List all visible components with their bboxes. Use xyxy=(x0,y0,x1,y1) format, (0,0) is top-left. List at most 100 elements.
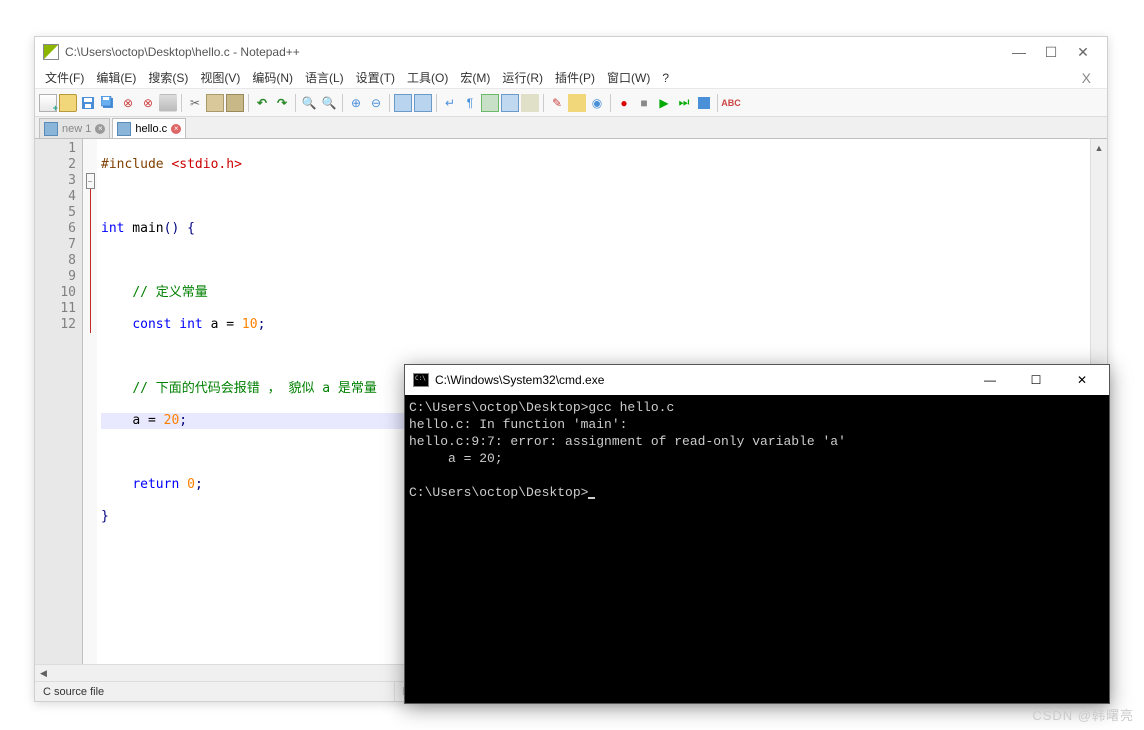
copy-icon[interactable] xyxy=(206,94,224,112)
status-filetype: C source file xyxy=(35,682,395,701)
zoom-in-icon[interactable]: ⊕ xyxy=(347,94,365,112)
tab-new1[interactable]: new 1 × xyxy=(39,118,110,138)
titlebar[interactable]: C:\Users\octop\Desktop\hello.c - Notepad… xyxy=(35,37,1107,67)
close-file-icon[interactable]: ⊗ xyxy=(119,94,137,112)
find-icon[interactable]: 🔍 xyxy=(300,94,318,112)
menu-window[interactable]: 窗口(W) xyxy=(601,67,656,88)
tab-close-icon[interactable]: × xyxy=(171,124,181,134)
line-number: 10 xyxy=(35,285,76,301)
cmd-line: a = 20; xyxy=(409,451,503,466)
close-button[interactable]: ✕ xyxy=(1075,44,1091,60)
separator xyxy=(610,94,611,112)
new-file-icon[interactable] xyxy=(39,94,57,112)
menu-macro[interactable]: 宏(M) xyxy=(454,67,496,88)
macro-stop-icon[interactable]: ■ xyxy=(635,94,653,112)
userlang-icon[interactable] xyxy=(501,94,519,112)
scroll-left-icon[interactable]: ◀ xyxy=(35,665,52,681)
indent-guide-icon[interactable] xyxy=(481,94,499,112)
separator xyxy=(543,94,544,112)
close-all-icon[interactable]: ⊗ xyxy=(139,94,157,112)
menu-language[interactable]: 语言(L) xyxy=(299,67,350,88)
cursor-icon xyxy=(588,497,595,499)
macro-record-icon[interactable]: ● xyxy=(615,94,633,112)
cmd-prompt: C:\Users\octop\Desktop> xyxy=(409,485,588,500)
cmd-icon xyxy=(413,373,429,387)
menu-close-x[interactable]: X xyxy=(1070,70,1103,86)
maximize-button[interactable]: ☐ xyxy=(1043,44,1059,60)
line-number: 7 xyxy=(35,237,76,253)
cmd-output[interactable]: C:\Users\octop\Desktop>gcc hello.c hello… xyxy=(405,395,1109,505)
paste-icon[interactable] xyxy=(226,94,244,112)
menu-search[interactable]: 搜索(S) xyxy=(142,67,194,88)
folder-icon[interactable] xyxy=(568,94,586,112)
replace-icon[interactable]: 🔍 xyxy=(320,94,338,112)
separator xyxy=(181,94,182,112)
window-title: C:\Users\octop\Desktop\hello.c - Notepad… xyxy=(65,45,1011,59)
line-number: 12 xyxy=(35,317,76,333)
window-controls: — ☐ ✕ xyxy=(1011,44,1099,60)
menu-run[interactable]: 运行(R) xyxy=(496,67,549,88)
undo-icon[interactable]: ↶ xyxy=(253,94,271,112)
print-icon[interactable] xyxy=(159,94,177,112)
line-number: 9 xyxy=(35,269,76,285)
menu-edit[interactable]: 编辑(E) xyxy=(90,67,142,88)
cmd-window: C:\Windows\System32\cmd.exe — ☐ ✕ C:\Use… xyxy=(404,364,1110,704)
save-all-icon[interactable] xyxy=(99,94,117,112)
cmd-title: C:\Windows\System32\cmd.exe xyxy=(435,373,967,387)
cmd-line: hello.c:9:7: error: assignment of read-o… xyxy=(409,434,846,449)
menu-encoding[interactable]: 编码(N) xyxy=(246,67,299,88)
menu-tools[interactable]: 工具(O) xyxy=(401,67,454,88)
tab-close-icon[interactable]: × xyxy=(95,124,105,134)
separator xyxy=(248,94,249,112)
cmd-line: hello.c: In function 'main': xyxy=(409,417,627,432)
line-number: 11 xyxy=(35,301,76,317)
menu-file[interactable]: 文件(F) xyxy=(39,67,90,88)
menu-settings[interactable]: 设置(T) xyxy=(350,67,401,88)
monitor-icon[interactable]: ◉ xyxy=(588,94,606,112)
cmd-line: C:\Users\octop\Desktop>gcc hello.c xyxy=(409,400,674,415)
separator xyxy=(436,94,437,112)
line-number: 4 xyxy=(35,189,76,205)
cmd-close-button[interactable]: ✕ xyxy=(1059,365,1105,395)
watermark: CSDN @韩曙亮 xyxy=(1032,705,1134,724)
tab-hello-c[interactable]: hello.c × xyxy=(112,118,186,138)
func-list-icon[interactable]: ✎ xyxy=(548,94,566,112)
show-all-chars-icon[interactable]: ¶ xyxy=(461,94,479,112)
line-number: 1 xyxy=(35,141,76,157)
macro-play-icon[interactable]: ▶ xyxy=(655,94,673,112)
minimize-button[interactable]: — xyxy=(1011,44,1027,60)
fold-toggle-icon[interactable]: − xyxy=(86,173,95,189)
app-icon xyxy=(43,44,59,60)
file-icon xyxy=(117,122,131,136)
macro-multi-icon[interactable]: ⏭ xyxy=(675,94,693,112)
tab-label: hello.c xyxy=(135,123,167,135)
file-icon xyxy=(44,122,58,136)
sync-v-icon[interactable] xyxy=(394,94,412,112)
line-number: 2 xyxy=(35,157,76,173)
line-number: 6 xyxy=(35,221,76,237)
macro-save-icon[interactable] xyxy=(695,94,713,112)
wrap-icon[interactable]: ↵ xyxy=(441,94,459,112)
line-number: 8 xyxy=(35,253,76,269)
redo-icon[interactable]: ↷ xyxy=(273,94,291,112)
menu-help[interactable]: ? xyxy=(656,69,675,87)
menu-view[interactable]: 视图(V) xyxy=(194,67,246,88)
cmd-minimize-button[interactable]: — xyxy=(967,365,1013,395)
tab-label: new 1 xyxy=(62,123,91,135)
save-icon[interactable] xyxy=(79,94,97,112)
fold-column: − xyxy=(83,139,97,679)
cmd-maximize-button[interactable]: ☐ xyxy=(1013,365,1059,395)
toolbar: ⊗ ⊗ ✂ ↶ ↷ 🔍 🔍 ⊕ ⊖ ↵ ¶ ✎ ◉ ● ■ ▶ ⏭ A xyxy=(35,89,1107,117)
line-number: 5 xyxy=(35,205,76,221)
spell-check-icon[interactable]: ABC xyxy=(722,94,740,112)
zoom-out-icon[interactable]: ⊖ xyxy=(367,94,385,112)
menu-plugins[interactable]: 插件(P) xyxy=(549,67,601,88)
sync-h-icon[interactable] xyxy=(414,94,432,112)
cmd-titlebar[interactable]: C:\Windows\System32\cmd.exe — ☐ ✕ xyxy=(405,365,1109,395)
separator xyxy=(342,94,343,112)
open-file-icon[interactable] xyxy=(59,94,77,112)
doc-map-icon[interactable] xyxy=(521,94,539,112)
cut-icon[interactable]: ✂ xyxy=(186,94,204,112)
scroll-up-icon[interactable]: ▲ xyxy=(1091,139,1107,156)
menubar: 文件(F) 编辑(E) 搜索(S) 视图(V) 编码(N) 语言(L) 设置(T… xyxy=(35,67,1107,89)
